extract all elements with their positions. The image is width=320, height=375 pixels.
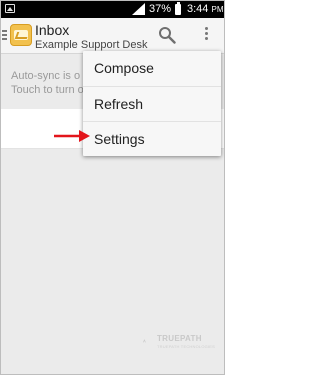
watermark-tagline: TRUEPATH TECHNOLOGIES (157, 344, 215, 349)
clock-time: 3:44 (187, 3, 209, 15)
phone-screen: 37% 3:44 PM Inbox Example Support Desk A… (0, 0, 225, 375)
battery-percent: 37% (149, 3, 172, 15)
menu-item-compose[interactable]: Compose (83, 51, 221, 86)
page-title: Inbox (35, 22, 70, 38)
signal-icon (132, 3, 145, 15)
overflow-menu: Compose Refresh Settings (83, 51, 221, 156)
app-envelope-icon[interactable] (10, 24, 32, 46)
action-bar: Inbox Example Support Desk (1, 18, 224, 54)
clock-ampm: PM (211, 5, 224, 14)
menu-item-refresh[interactable]: Refresh (83, 86, 221, 121)
page-subtitle: Example Support Desk (35, 39, 148, 51)
battery-icon (175, 2, 181, 15)
clock: 3:44 PM (187, 3, 223, 15)
watermark-brand: TRUEPATH (157, 334, 202, 343)
truepath-logo-icon (143, 339, 146, 343)
menu-item-settings[interactable]: Settings (83, 121, 221, 156)
status-bar: 37% 3:44 PM (1, 1, 224, 18)
annotation-arrow-icon (54, 130, 90, 142)
navigation-drawer-icon[interactable] (2, 30, 8, 41)
overflow-menu-icon[interactable] (203, 27, 209, 43)
image-notification-icon (5, 4, 15, 13)
search-icon[interactable] (158, 26, 176, 44)
